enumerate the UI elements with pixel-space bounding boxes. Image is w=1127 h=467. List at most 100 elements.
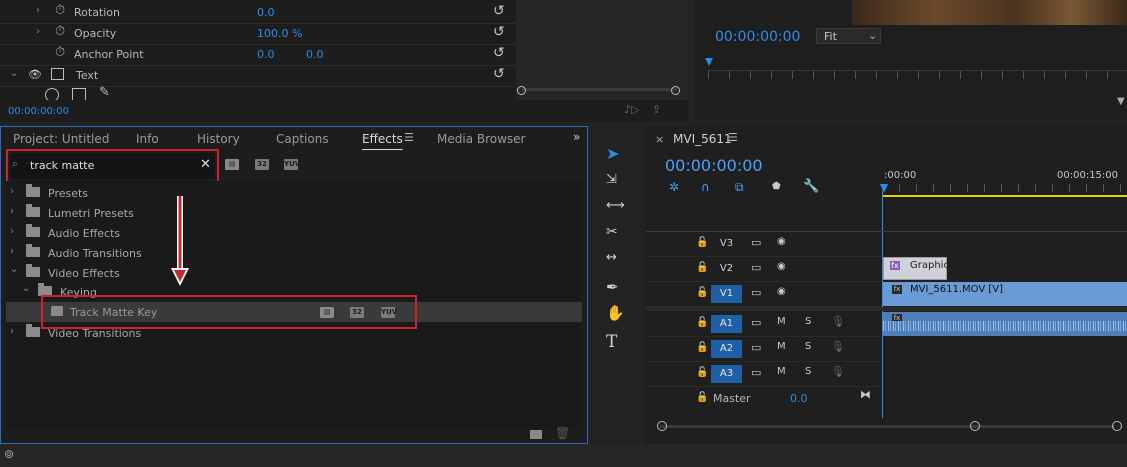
scroll-handle-left[interactable]	[517, 86, 526, 95]
chevron-down-icon[interactable]: ⌄	[10, 68, 18, 79]
timeline-scrollbar[interactable]	[660, 425, 1115, 428]
lock-icon[interactable]: 🔓	[696, 262, 708, 273]
yuv-effects-icon[interactable]: YUV	[284, 159, 300, 170]
lock-icon[interactable]: 🔓	[696, 237, 708, 248]
track-label[interactable]: V2	[711, 260, 742, 278]
mic-icon[interactable]: 🎙	[831, 340, 845, 353]
sync-lock-icon[interactable]: ▭	[751, 341, 761, 354]
master-bracket-icon[interactable]: ⧓	[860, 388, 871, 401]
stopwatch-icon[interactable]: ⏱	[55, 45, 65, 60]
snap-icon[interactable]: ∩	[701, 180, 710, 194]
reset-icon[interactable]: ↺	[493, 66, 505, 82]
stopwatch-icon[interactable]: ⏱	[55, 24, 65, 39]
sync-lock-icon[interactable]: ▭	[751, 286, 761, 299]
solo-button[interactable]: S	[805, 316, 811, 327]
eye-icon[interactable]: ◉	[777, 261, 786, 272]
chevron-right-icon[interactable]: ›	[10, 326, 14, 337]
lock-icon[interactable]: 🔓	[696, 342, 708, 353]
anchor-y-value[interactable]: 0.0	[306, 48, 324, 61]
scroll-handle-left[interactable]	[657, 421, 667, 431]
add-marker-icon[interactable]: ⬟	[772, 181, 781, 192]
tree-item-audio-effects[interactable]: › Audio Effects	[6, 224, 582, 243]
mute-button[interactable]: M	[777, 366, 786, 377]
rotation-value[interactable]: 0.0	[257, 6, 275, 19]
selection-tool-icon[interactable]: ➤	[606, 144, 619, 163]
mic-icon[interactable]: 🎙	[831, 365, 845, 378]
hand-tool-icon[interactable]: ✋	[606, 304, 625, 322]
opacity-value[interactable]: 100.0 %	[257, 27, 302, 40]
chevron-right-icon[interactable]: ›	[10, 186, 14, 197]
trash-icon[interactable]: 🗑	[555, 426, 570, 440]
track-select-tool-icon[interactable]: ⇲	[606, 172, 617, 187]
sync-lock-icon[interactable]: ▭	[751, 236, 761, 249]
mute-button[interactable]: M	[777, 316, 786, 327]
audio-clip[interactable]: fx	[883, 312, 1127, 336]
graphic-clip[interactable]: fx Graphic	[883, 257, 949, 280]
fit-dropdown[interactable]: Fit ⌄	[816, 28, 881, 44]
chevron-down-icon[interactable]: ⌄	[10, 264, 18, 275]
tab-captions[interactable]: Captions	[276, 132, 329, 146]
slip-tool-icon[interactable]: ↔	[606, 250, 617, 265]
track-label[interactable]: A2	[711, 340, 742, 358]
track-label[interactable]: V3	[711, 235, 742, 253]
ripple-edit-tool-icon[interactable]: ⟷	[606, 198, 625, 213]
tab-effects[interactable]: Effects	[362, 132, 403, 146]
lock-icon[interactable]: 🔓	[696, 367, 708, 378]
timeline-timecode[interactable]: 00:00:00:00	[665, 156, 763, 175]
tree-item-lumetri-presets[interactable]: › Lumetri Presets	[6, 204, 582, 223]
chevron-right-icon[interactable]: ›	[10, 226, 14, 237]
solo-button[interactable]: S	[805, 341, 811, 352]
marker-icon[interactable]: ▼	[1117, 96, 1125, 107]
tree-item-video-effects[interactable]: ⌄ Video Effects	[6, 264, 582, 283]
scroll-handle-right[interactable]	[1112, 421, 1122, 431]
mic-icon[interactable]: 🎙	[831, 315, 845, 328]
panel-menu-icon[interactable]: ☰	[404, 131, 414, 144]
tab-history[interactable]: History	[197, 132, 240, 146]
chevron-right-icon[interactable]: ›	[10, 206, 14, 217]
export-icon[interactable]: ⇪	[652, 103, 661, 116]
scroll-handle-middle[interactable]	[970, 421, 980, 431]
chevron-right-icon[interactable]: ›	[10, 246, 14, 257]
razor-tool-icon[interactable]: ✂	[606, 224, 618, 240]
track-label[interactable]: A1	[711, 315, 742, 333]
work-area-bar[interactable]	[882, 195, 1127, 197]
lock-icon[interactable]: 🔓	[696, 392, 708, 403]
close-sequence-icon[interactable]: ×	[655, 133, 664, 146]
master-volume-value[interactable]: 0.0	[790, 392, 808, 405]
32bit-effects-icon[interactable]: 32	[255, 159, 269, 170]
stopwatch-icon[interactable]: ⏱	[55, 3, 65, 18]
sequence-menu-icon[interactable]: ☰	[728, 131, 738, 144]
anchor-x-value[interactable]: 0.0	[257, 48, 275, 61]
timeline-ruler[interactable]	[882, 184, 1127, 192]
tab-media-browser[interactable]: Media Browser	[437, 132, 525, 146]
video-clip[interactable]: fx MVI_5611.MOV [V]	[883, 282, 1127, 306]
solo-button[interactable]: S	[805, 366, 811, 377]
mute-button[interactable]: M	[777, 341, 786, 352]
scroll-handle-right[interactable]	[671, 86, 680, 95]
pen-tool-icon[interactable]: ✒	[606, 278, 619, 296]
playhead-icon[interactable]	[705, 58, 713, 66]
type-tool-icon[interactable]: T	[606, 332, 617, 352]
lock-icon[interactable]: 🔓	[696, 287, 708, 298]
reset-icon[interactable]: ↺	[493, 45, 505, 61]
play-audio-icon[interactable]: ♪▷	[624, 103, 639, 116]
linked-selection-icon[interactable]: ⧉	[735, 180, 744, 195]
reset-icon[interactable]: ↺	[493, 24, 505, 40]
sync-lock-icon[interactable]: ▭	[751, 366, 761, 379]
new-bin-icon[interactable]	[530, 430, 542, 439]
chevron-down-icon[interactable]: ⌄	[22, 283, 30, 294]
track-label[interactable]: V1	[711, 285, 742, 303]
track-label[interactable]: A3	[711, 365, 742, 383]
sync-lock-icon[interactable]: ▭	[751, 261, 761, 274]
program-ruler[interactable]	[708, 70, 1127, 79]
eye-icon[interactable]: ◉	[777, 236, 786, 247]
panel-overflow-icon[interactable]: »	[573, 130, 580, 144]
eye-icon[interactable]: ◉	[777, 286, 786, 297]
tab-info[interactable]: Info	[136, 132, 159, 146]
pen-tool-icon[interactable]: ✎	[99, 85, 110, 100]
tree-item-presets[interactable]: › Presets	[6, 184, 582, 203]
scrollbar[interactable]	[522, 88, 677, 91]
reset-icon[interactable]: ↺	[493, 3, 505, 19]
creative-cloud-icon[interactable]: ⊚	[4, 447, 14, 461]
sequence-tab[interactable]: MVI_5611	[673, 132, 732, 146]
